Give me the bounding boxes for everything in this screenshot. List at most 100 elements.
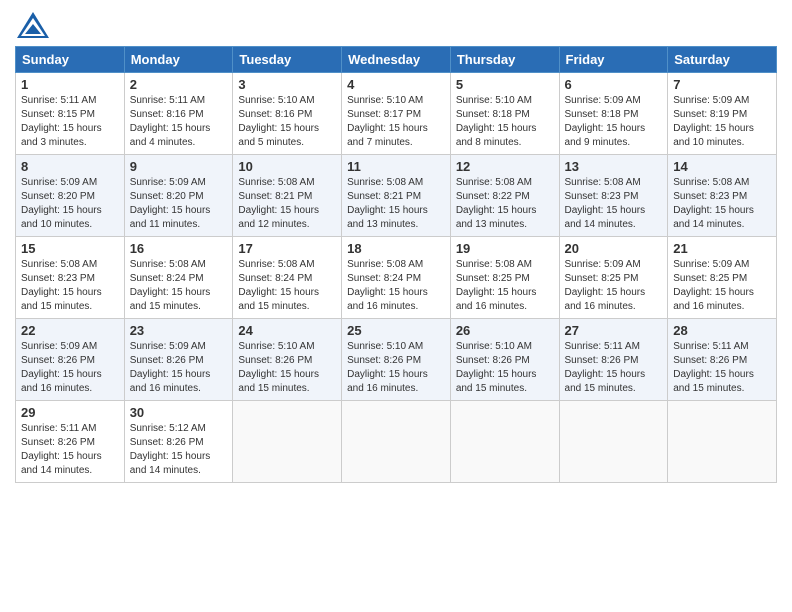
calendar-table: SundayMondayTuesdayWednesdayThursdayFrid… [15, 46, 777, 483]
day-info: Sunrise: 5:08 AMSunset: 8:21 PMDaylight:… [347, 176, 445, 232]
weekday-header-saturday: Saturday [668, 47, 777, 73]
day-info: Sunrise: 5:08 AMSunset: 8:21 PMDaylight:… [238, 176, 336, 232]
day-info: Sunrise: 5:11 AMSunset: 8:15 PMDaylight:… [21, 94, 119, 150]
day-number: 19 [456, 241, 554, 256]
day-info: Sunrise: 5:10 AMSunset: 8:26 PMDaylight:… [456, 340, 554, 396]
day-info: Sunrise: 5:08 AMSunset: 8:25 PMDaylight:… [456, 258, 554, 314]
calendar-week-row: 29 Sunrise: 5:11 AMSunset: 8:26 PMDayligh… [16, 401, 777, 483]
day-number: 24 [238, 323, 336, 338]
day-number: 30 [130, 405, 228, 420]
calendar-cell: 17Sunrise: 5:08 AMSunset: 8:24 PMDayligh… [233, 237, 342, 319]
calendar-cell: 13 Sunrise: 5:08 AMSunset: 8:23 PMDayligh… [559, 155, 668, 237]
day-info: Sunrise: 5:09 AMSunset: 8:25 PMDaylight:… [565, 258, 663, 314]
day-info: Sunrise: 5:11 AMSunset: 8:26 PMDaylight:… [673, 340, 771, 396]
day-info: Sunrise: 5:09 AMSunset: 8:25 PMDaylight:… [673, 258, 771, 314]
day-info: Sunrise: 5:10 AMSunset: 8:17 PMDaylight:… [347, 94, 445, 150]
day-number: 11 [347, 159, 445, 174]
day-number: 9 [130, 159, 228, 174]
day-info: Sunrise: 5:09 AMSunset: 8:19 PMDaylight:… [673, 94, 771, 150]
day-info: Sunrise: 5:10 AMSunset: 8:26 PMDaylight:… [347, 340, 445, 396]
weekday-header-wednesday: Wednesday [342, 47, 451, 73]
calendar-cell: 11 Sunrise: 5:08 AMSunset: 8:21 PMDayligh… [342, 155, 451, 237]
day-number: 27 [565, 323, 663, 338]
day-number: 3 [238, 77, 336, 92]
calendar-cell: 20 Sunrise: 5:09 AMSunset: 8:25 PMDayligh… [559, 237, 668, 319]
day-info: Sunrise: 5:09 AMSunset: 8:26 PMDaylight:… [130, 340, 228, 396]
day-number: 18 [347, 241, 445, 256]
calendar-cell [342, 401, 451, 483]
day-info: Sunrise: 5:11 AMSunset: 8:26 PMDaylight:… [21, 422, 119, 478]
calendar-cell: 19 Sunrise: 5:08 AMSunset: 8:25 PMDayligh… [450, 237, 559, 319]
calendar-cell [450, 401, 559, 483]
day-number: 16 [130, 241, 228, 256]
weekday-header-friday: Friday [559, 47, 668, 73]
calendar-cell: 2 Sunrise: 5:11 AMSunset: 8:16 PMDaylight… [124, 73, 233, 155]
calendar-cell: 12 Sunrise: 5:08 AMSunset: 8:22 PMDayligh… [450, 155, 559, 237]
weekday-header-tuesday: Tuesday [233, 47, 342, 73]
calendar-cell: 10 Sunrise: 5:08 AMSunset: 8:21 PMDayligh… [233, 155, 342, 237]
calendar-cell: 30Sunrise: 5:12 AMSunset: 8:26 PMDayligh… [124, 401, 233, 483]
calendar-cell: 25 Sunrise: 5:10 AMSunset: 8:26 PMDayligh… [342, 319, 451, 401]
calendar-cell: 3 Sunrise: 5:10 AMSunset: 8:16 PMDaylight… [233, 73, 342, 155]
day-info: Sunrise: 5:10 AMSunset: 8:26 PMDaylight:… [238, 340, 336, 396]
day-number: 20 [565, 241, 663, 256]
calendar-cell: 27Sunrise: 5:11 AMSunset: 8:26 PMDayligh… [559, 319, 668, 401]
day-info: Sunrise: 5:08 AMSunset: 8:23 PMDaylight:… [565, 176, 663, 232]
calendar-week-row: 15 Sunrise: 5:08 AMSunset: 8:23 PMDayligh… [16, 237, 777, 319]
day-number: 4 [347, 77, 445, 92]
calendar-cell: 14 Sunrise: 5:08 AMSunset: 8:23 PMDayligh… [668, 155, 777, 237]
day-info: Sunrise: 5:08 AMSunset: 8:23 PMDaylight:… [21, 258, 119, 314]
header [15, 10, 777, 40]
day-info: Sunrise: 5:09 AMSunset: 8:20 PMDaylight:… [21, 176, 119, 232]
day-number: 12 [456, 159, 554, 174]
calendar-cell: 1Sunrise: 5:11 AMSunset: 8:15 PMDaylight… [16, 73, 125, 155]
day-info: Sunrise: 5:09 AMSunset: 8:26 PMDaylight:… [21, 340, 119, 396]
day-number: 29 [21, 405, 119, 420]
day-info: Sunrise: 5:08 AMSunset: 8:23 PMDaylight:… [673, 176, 771, 232]
day-number: 13 [565, 159, 663, 174]
day-number: 5 [456, 77, 554, 92]
calendar-cell: 16 Sunrise: 5:08 AMSunset: 8:24 PMDayligh… [124, 237, 233, 319]
calendar-week-row: 22 Sunrise: 5:09 AMSunset: 8:26 PMDayligh… [16, 319, 777, 401]
day-number: 25 [347, 323, 445, 338]
day-info: Sunrise: 5:11 AMSunset: 8:16 PMDaylight:… [130, 94, 228, 150]
day-number: 14 [673, 159, 771, 174]
day-number: 28 [673, 323, 771, 338]
calendar-cell: 23Sunrise: 5:09 AMSunset: 8:26 PMDayligh… [124, 319, 233, 401]
day-info: Sunrise: 5:09 AMSunset: 8:20 PMDaylight:… [130, 176, 228, 232]
day-number: 15 [21, 241, 119, 256]
day-info: Sunrise: 5:08 AMSunset: 8:22 PMDaylight:… [456, 176, 554, 232]
calendar-cell [668, 401, 777, 483]
logo [15, 10, 51, 40]
day-number: 8 [21, 159, 119, 174]
calendar-cell: 22 Sunrise: 5:09 AMSunset: 8:26 PMDayligh… [16, 319, 125, 401]
day-info: Sunrise: 5:10 AMSunset: 8:16 PMDaylight:… [238, 94, 336, 150]
calendar-cell: 24 Sunrise: 5:10 AMSunset: 8:26 PMDayligh… [233, 319, 342, 401]
calendar-cell [233, 401, 342, 483]
day-info: Sunrise: 5:08 AMSunset: 8:24 PMDaylight:… [130, 258, 228, 314]
weekday-header-sunday: Sunday [16, 47, 125, 73]
day-number: 21 [673, 241, 771, 256]
weekday-header-thursday: Thursday [450, 47, 559, 73]
calendar-cell: 4 Sunrise: 5:10 AMSunset: 8:17 PMDaylight… [342, 73, 451, 155]
weekday-header-monday: Monday [124, 47, 233, 73]
calendar-cell: 9 Sunrise: 5:09 AMSunset: 8:20 PMDaylight… [124, 155, 233, 237]
day-number: 10 [238, 159, 336, 174]
calendar-cell: 15 Sunrise: 5:08 AMSunset: 8:23 PMDayligh… [16, 237, 125, 319]
calendar-week-row: 1Sunrise: 5:11 AMSunset: 8:15 PMDaylight… [16, 73, 777, 155]
calendar-cell: 28 Sunrise: 5:11 AMSunset: 8:26 PMDayligh… [668, 319, 777, 401]
day-number: 26 [456, 323, 554, 338]
calendar-cell: 6Sunrise: 5:09 AMSunset: 8:18 PMDaylight… [559, 73, 668, 155]
calendar-cell: 5 Sunrise: 5:10 AMSunset: 8:18 PMDaylight… [450, 73, 559, 155]
calendar-cell: 18 Sunrise: 5:08 AMSunset: 8:24 PMDayligh… [342, 237, 451, 319]
day-number: 2 [130, 77, 228, 92]
calendar-cell: 7Sunrise: 5:09 AMSunset: 8:19 PMDaylight… [668, 73, 777, 155]
calendar-cell [559, 401, 668, 483]
calendar-cell: 29 Sunrise: 5:11 AMSunset: 8:26 PMDayligh… [16, 401, 125, 483]
day-info: Sunrise: 5:10 AMSunset: 8:18 PMDaylight:… [456, 94, 554, 150]
day-number: 22 [21, 323, 119, 338]
day-info: Sunrise: 5:08 AMSunset: 8:24 PMDaylight:… [347, 258, 445, 314]
calendar-cell: 8 Sunrise: 5:09 AMSunset: 8:20 PMDaylight… [16, 155, 125, 237]
day-info: Sunrise: 5:08 AMSunset: 8:24 PMDaylight:… [238, 258, 336, 314]
day-info: Sunrise: 5:09 AMSunset: 8:18 PMDaylight:… [565, 94, 663, 150]
